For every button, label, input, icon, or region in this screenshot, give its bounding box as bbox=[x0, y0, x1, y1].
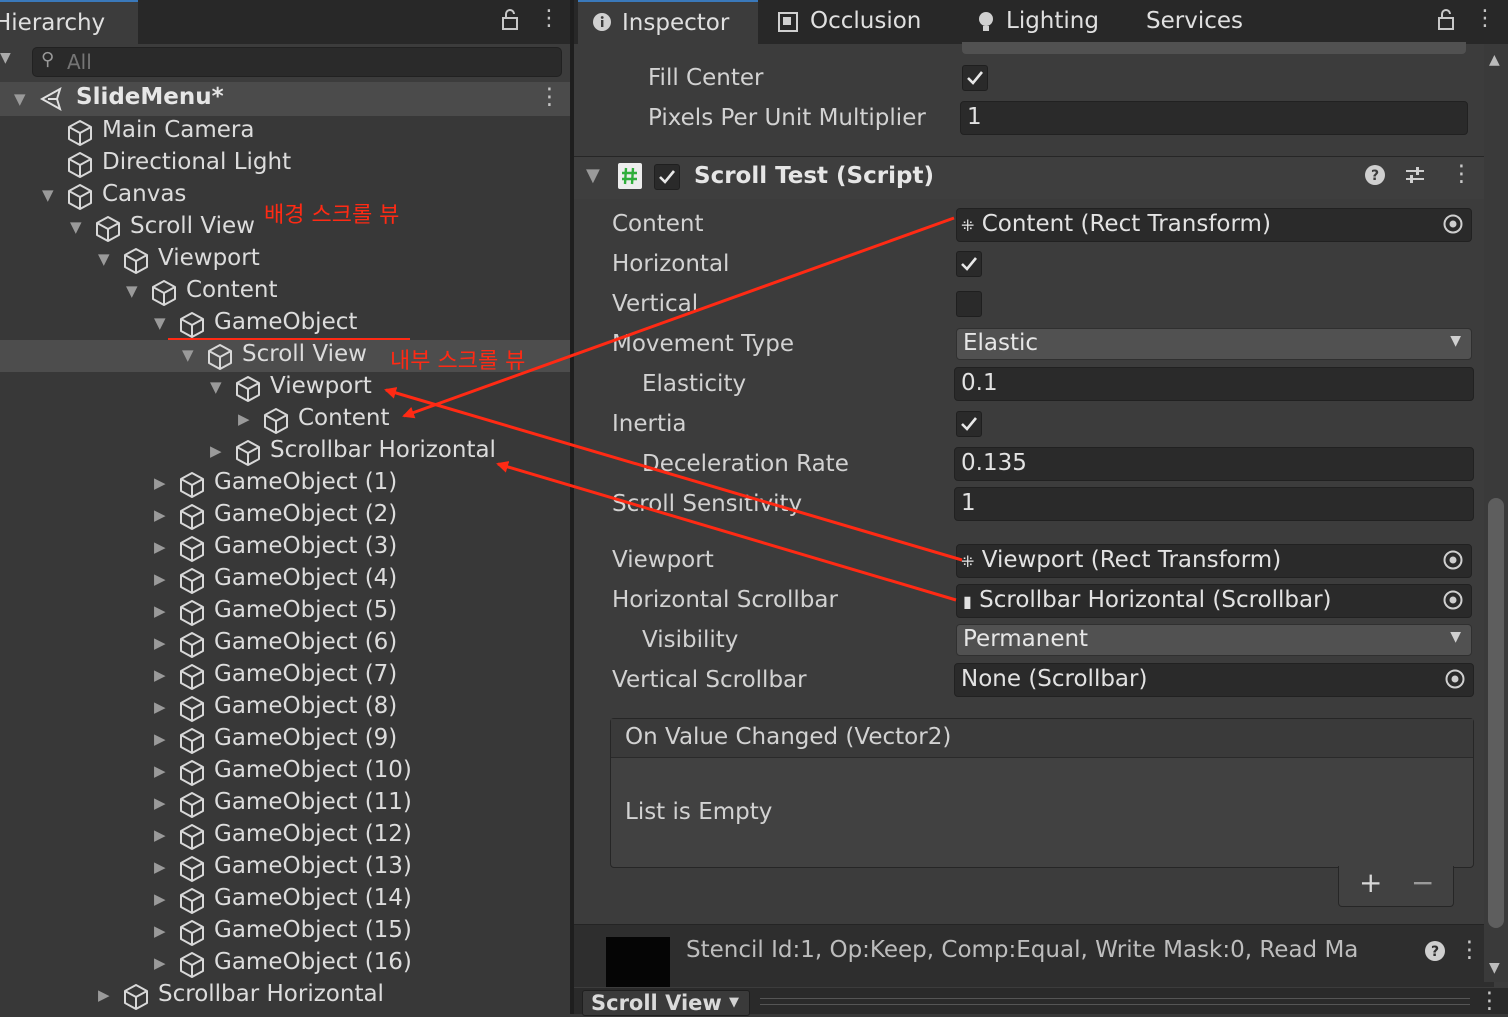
arrow-scrollbar-to-scrollbar bbox=[496, 461, 957, 602]
arrow-content-to-content bbox=[402, 216, 955, 419]
annotation-arrows bbox=[384, 216, 963, 602]
arrow-viewport-to-viewport bbox=[384, 387, 963, 562]
